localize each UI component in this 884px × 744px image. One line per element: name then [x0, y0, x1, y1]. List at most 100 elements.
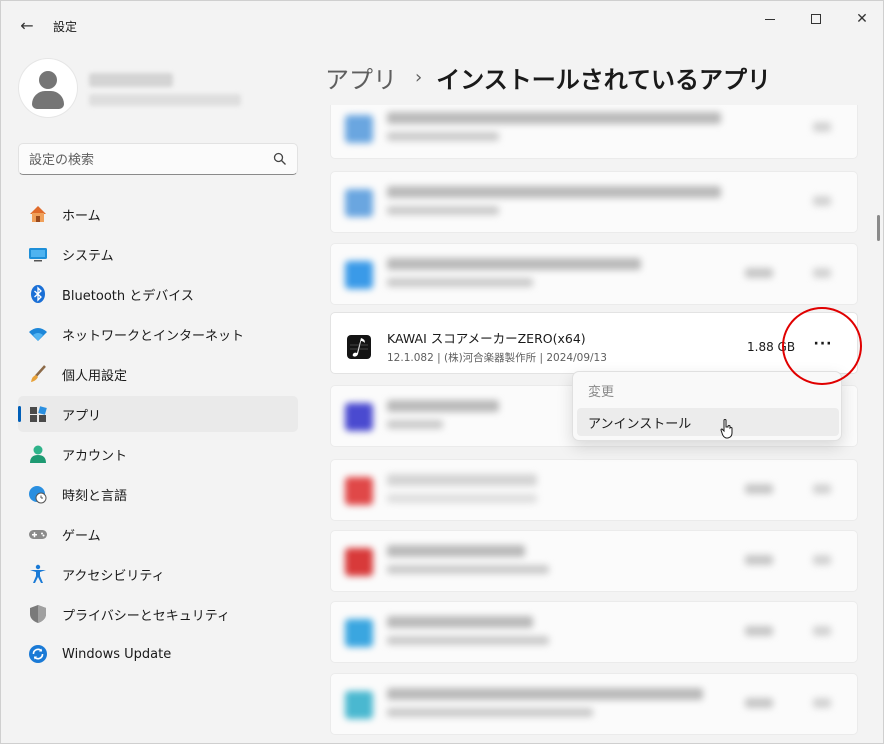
- sidebar-item-gaming[interactable]: ゲーム: [18, 516, 298, 552]
- more-options-icon: [813, 196, 831, 206]
- app-icon: [345, 477, 373, 505]
- more-options-icon: [813, 268, 831, 278]
- breadcrumb: アプリ › インストールされているアプリ: [325, 59, 771, 95]
- sidebar-item-personalization[interactable]: 個人用設定: [18, 356, 298, 392]
- gamepad-icon: [28, 524, 48, 544]
- redacted-content: [331, 244, 857, 304]
- sidebar-item-bluetooth[interactable]: Bluetooth とデバイス: [18, 276, 298, 312]
- sidebar-item-home[interactable]: ホーム: [18, 196, 298, 232]
- title-bar: ← 設定 ✕: [1, 1, 883, 49]
- redacted-size: [745, 484, 773, 494]
- display-icon: [28, 244, 48, 264]
- search-icon[interactable]: [273, 152, 287, 166]
- redacted-size: [745, 626, 773, 636]
- avatar[interactable]: [19, 59, 77, 117]
- sidebar-item-label: プライバシーとセキュリティ: [62, 608, 230, 624]
- app-icon: [345, 115, 373, 143]
- more-options-icon: [813, 698, 831, 708]
- accessibility-icon: [28, 564, 48, 584]
- search-input[interactable]: [29, 150, 259, 170]
- sidebar-item-time-language[interactable]: 時刻と言語: [18, 476, 298, 512]
- more-options-icon: [813, 484, 831, 494]
- app-list-item-redacted[interactable]: [330, 243, 858, 305]
- more-options-icon: [813, 626, 831, 636]
- settings-search-box[interactable]: [18, 143, 298, 175]
- bluetooth-icon: [28, 284, 48, 304]
- app-meta: 12.1.082 | (株)河合楽器製作所 | 2024/09/13: [387, 352, 607, 364]
- sidebar-nav: ホーム システム Bluetooth とデバイス ネットワークとインターネット …: [18, 196, 298, 676]
- sidebar-item-label: アクセシビリティ: [62, 568, 165, 584]
- music-note-app-icon: [347, 335, 371, 359]
- app-list-item-redacted[interactable]: [330, 105, 858, 159]
- redacted-content: [331, 105, 857, 158]
- sidebar-item-network[interactable]: ネットワークとインターネット: [18, 316, 298, 352]
- avatar-body-icon: [32, 91, 64, 109]
- redacted-text: [387, 112, 721, 124]
- redacted-text: [387, 400, 499, 412]
- redacted-text: [387, 688, 703, 700]
- chevron-right-icon: ›: [415, 66, 423, 88]
- sidebar-item-apps[interactable]: アプリ: [18, 396, 298, 432]
- profile-email-redacted: [89, 94, 241, 106]
- app-icon: [345, 619, 373, 647]
- app-name: KAWAI スコアメーカーZERO(x64): [387, 331, 586, 346]
- redacted-text: [387, 278, 533, 287]
- app-icon: [345, 548, 373, 576]
- redacted-text: [387, 474, 537, 486]
- mouse-cursor-icon: [720, 419, 733, 439]
- redacted-text: [387, 565, 549, 574]
- sidebar-item-label: ホーム: [62, 208, 101, 224]
- app-icon: [345, 261, 373, 289]
- redacted-size: [745, 268, 773, 278]
- sidebar-item-label: ネットワークとインターネット: [62, 328, 245, 344]
- redacted-text: [387, 708, 593, 717]
- back-button[interactable]: ←: [13, 13, 41, 37]
- scrollbar-thumb[interactable]: [877, 215, 880, 241]
- redacted-text: [387, 494, 537, 503]
- menu-item-uninstall[interactable]: アンインストール: [577, 408, 839, 436]
- redacted-text: [387, 258, 641, 270]
- app-list-item-redacted[interactable]: [330, 171, 858, 233]
- sidebar-item-windows-update[interactable]: Windows Update: [18, 636, 298, 672]
- close-icon: ✕: [856, 11, 868, 27]
- sidebar-item-accounts[interactable]: アカウント: [18, 436, 298, 472]
- maximize-button[interactable]: [793, 5, 839, 33]
- menu-item-modify: 変更: [588, 384, 615, 400]
- redacted-content: [331, 674, 857, 734]
- app-icon: [345, 691, 373, 719]
- minimize-icon: [765, 18, 775, 20]
- redacted-content: [331, 602, 857, 662]
- redacted-text: [387, 616, 533, 628]
- redacted-text: [387, 186, 721, 198]
- redacted-text: [387, 420, 443, 429]
- sidebar-item-label: 時刻と言語: [62, 488, 128, 504]
- person-icon: [28, 444, 48, 464]
- back-arrow-icon: ←: [20, 15, 34, 35]
- page-title: インストールされているアプリ: [436, 65, 772, 94]
- redacted-text: [387, 545, 525, 557]
- update-icon: [28, 644, 48, 664]
- wifi-icon: [28, 324, 48, 344]
- apps-icon: [28, 404, 48, 424]
- app-list-item-kawai[interactable]: KAWAI スコアメーカーZERO(x64) 12.1.082 | (株)河合楽…: [330, 312, 858, 374]
- sidebar-item-privacy[interactable]: プライバシーとセキュリティ: [18, 596, 298, 632]
- sidebar-item-label: アプリ: [62, 408, 102, 424]
- minimize-button[interactable]: [747, 5, 793, 33]
- app-list-item-redacted[interactable]: [330, 673, 858, 735]
- sidebar-item-system[interactable]: システム: [18, 236, 298, 272]
- sidebar-item-label: アカウント: [62, 448, 128, 464]
- app-list-item-redacted[interactable]: [330, 530, 858, 592]
- redacted-text: [387, 636, 549, 645]
- more-options-icon: [813, 555, 831, 565]
- close-button[interactable]: ✕: [839, 5, 883, 33]
- sidebar-item-accessibility[interactable]: アクセシビリティ: [18, 556, 298, 592]
- more-options-icon: [813, 122, 831, 132]
- profile-name-redacted: [89, 73, 173, 87]
- sidebar-item-label: ゲーム: [62, 528, 101, 544]
- sidebar-item-label: Bluetooth とデバイス: [62, 288, 194, 304]
- breadcrumb-parent-link[interactable]: アプリ: [325, 60, 397, 95]
- app-list-item-redacted[interactable]: [330, 601, 858, 663]
- app-list-item-redacted[interactable]: [330, 459, 858, 521]
- redacted-content: [331, 172, 857, 232]
- app-icon: [345, 403, 373, 431]
